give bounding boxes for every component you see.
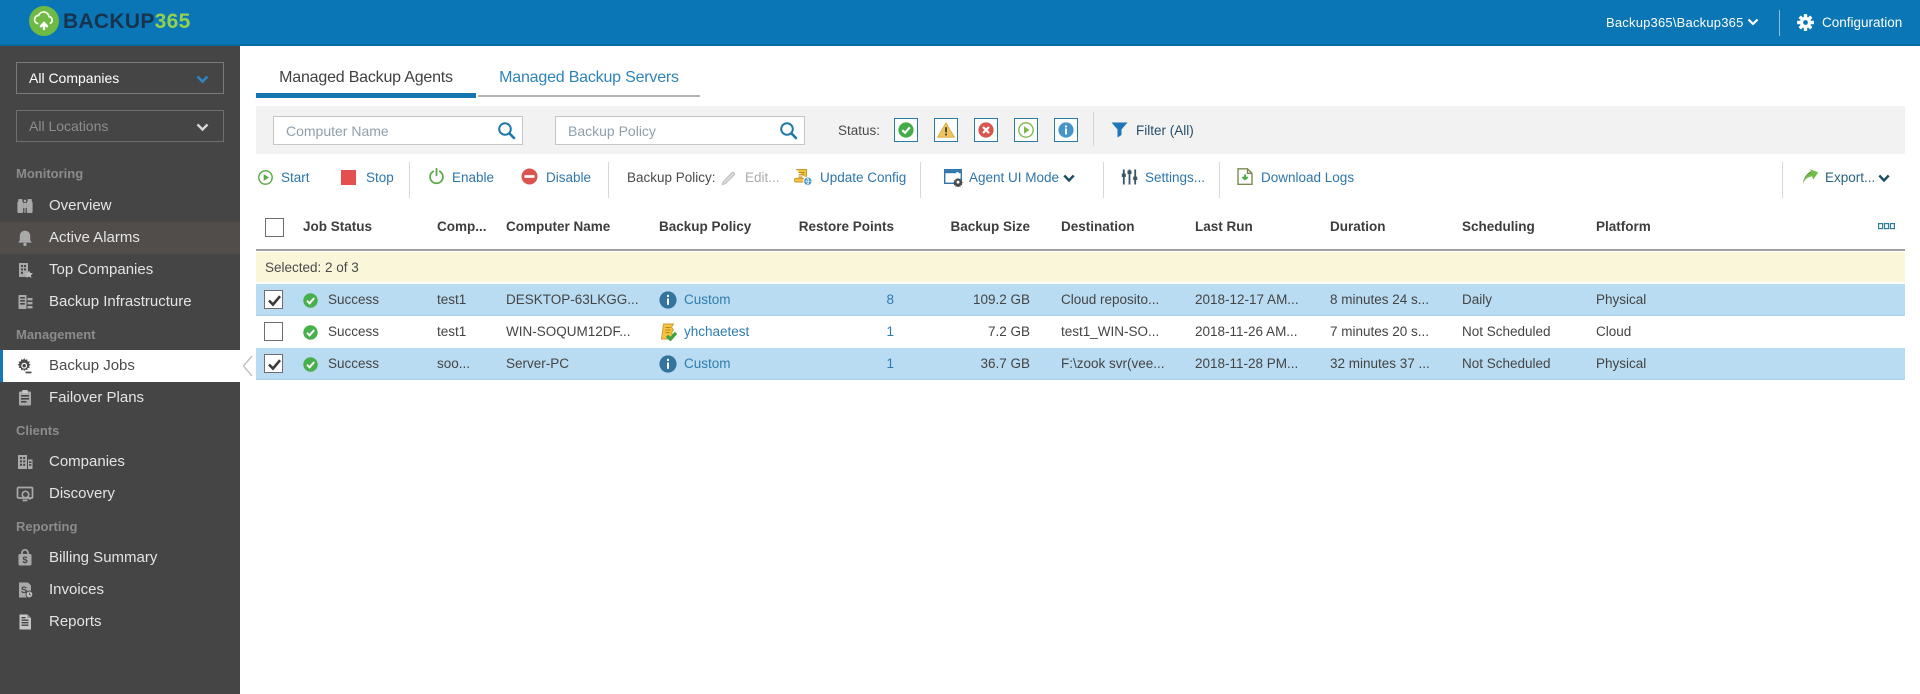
svg-text:$: $ [22, 555, 28, 566]
